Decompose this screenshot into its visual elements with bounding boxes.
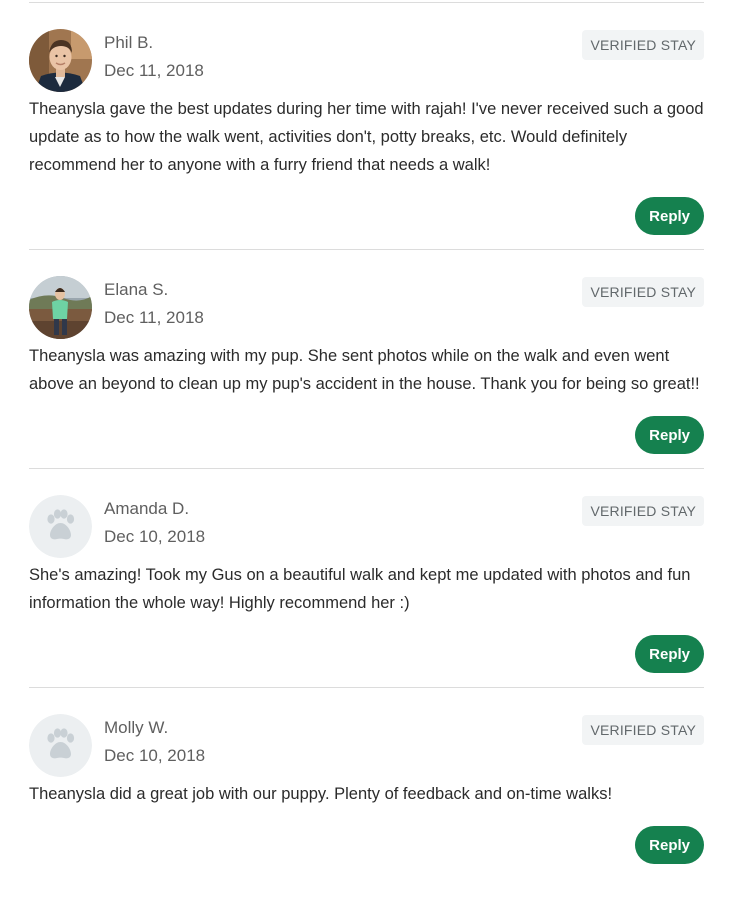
review-card: Phil B. Dec 11, 2018 VERIFIED STAY Thean… xyxy=(29,2,704,235)
paw-icon xyxy=(29,714,92,777)
review-date: Dec 11, 2018 xyxy=(104,61,204,80)
avatar xyxy=(29,714,92,777)
verified-stay-badge: VERIFIED STAY xyxy=(582,715,704,745)
reviewer-name: Phil B. xyxy=(104,33,154,52)
reply-button[interactable]: Reply xyxy=(635,826,704,864)
review-footer: Reply xyxy=(29,416,704,454)
review-header: Elana S. Dec 11, 2018 VERIFIED STAY xyxy=(29,250,704,342)
reply-button[interactable]: Reply xyxy=(635,197,704,235)
review-header: Amanda D. Dec 10, 2018 VERIFIED STAY xyxy=(29,469,704,561)
reviewer-name: Elana S. xyxy=(104,280,169,299)
verified-stay-badge: VERIFIED STAY xyxy=(582,277,704,307)
review-text: Theanysla did a great job with our puppy… xyxy=(29,785,613,803)
review-list: Phil B. Dec 11, 2018 VERIFIED STAY Thean… xyxy=(29,2,704,878)
review-text: She's amazing! Took my Gus on a beautifu… xyxy=(29,566,691,612)
reply-button[interactable]: Reply xyxy=(635,416,704,454)
review-card: Amanda D. Dec 10, 2018 VERIFIED STAY She… xyxy=(29,468,704,673)
user-photo-icon xyxy=(29,29,92,92)
review-card: Elana S. Dec 11, 2018 VERIFIED STAY Thea… xyxy=(29,249,704,454)
review-date: Dec 11, 2018 xyxy=(104,308,204,327)
review-header: Phil B. Dec 11, 2018 VERIFIED STAY xyxy=(29,3,704,95)
user-photo-icon xyxy=(29,276,92,339)
review-footer: Reply xyxy=(29,826,704,864)
reviewer-name: Molly W. xyxy=(104,718,169,737)
review-text: Theanysla gave the best updates during h… xyxy=(29,100,704,174)
reply-button[interactable]: Reply xyxy=(635,635,704,673)
review-date: Dec 10, 2018 xyxy=(104,746,206,765)
review-card: Molly W. Dec 10, 2018 VERIFIED STAY Thea… xyxy=(29,687,704,864)
avatar xyxy=(29,29,92,92)
review-footer: Reply xyxy=(29,635,704,673)
avatar xyxy=(29,276,92,339)
verified-stay-badge: VERIFIED STAY xyxy=(582,496,704,526)
verified-stay-badge: VERIFIED STAY xyxy=(582,30,704,60)
review-header: Molly W. Dec 10, 2018 VERIFIED STAY xyxy=(29,688,704,780)
reviewer-name: Amanda D. xyxy=(104,499,190,518)
review-text: Theanysla was amazing with my pup. She s… xyxy=(29,347,700,393)
review-footer: Reply xyxy=(29,197,704,235)
paw-icon xyxy=(29,495,92,558)
avatar xyxy=(29,495,92,558)
review-date: Dec 10, 2018 xyxy=(104,527,206,546)
